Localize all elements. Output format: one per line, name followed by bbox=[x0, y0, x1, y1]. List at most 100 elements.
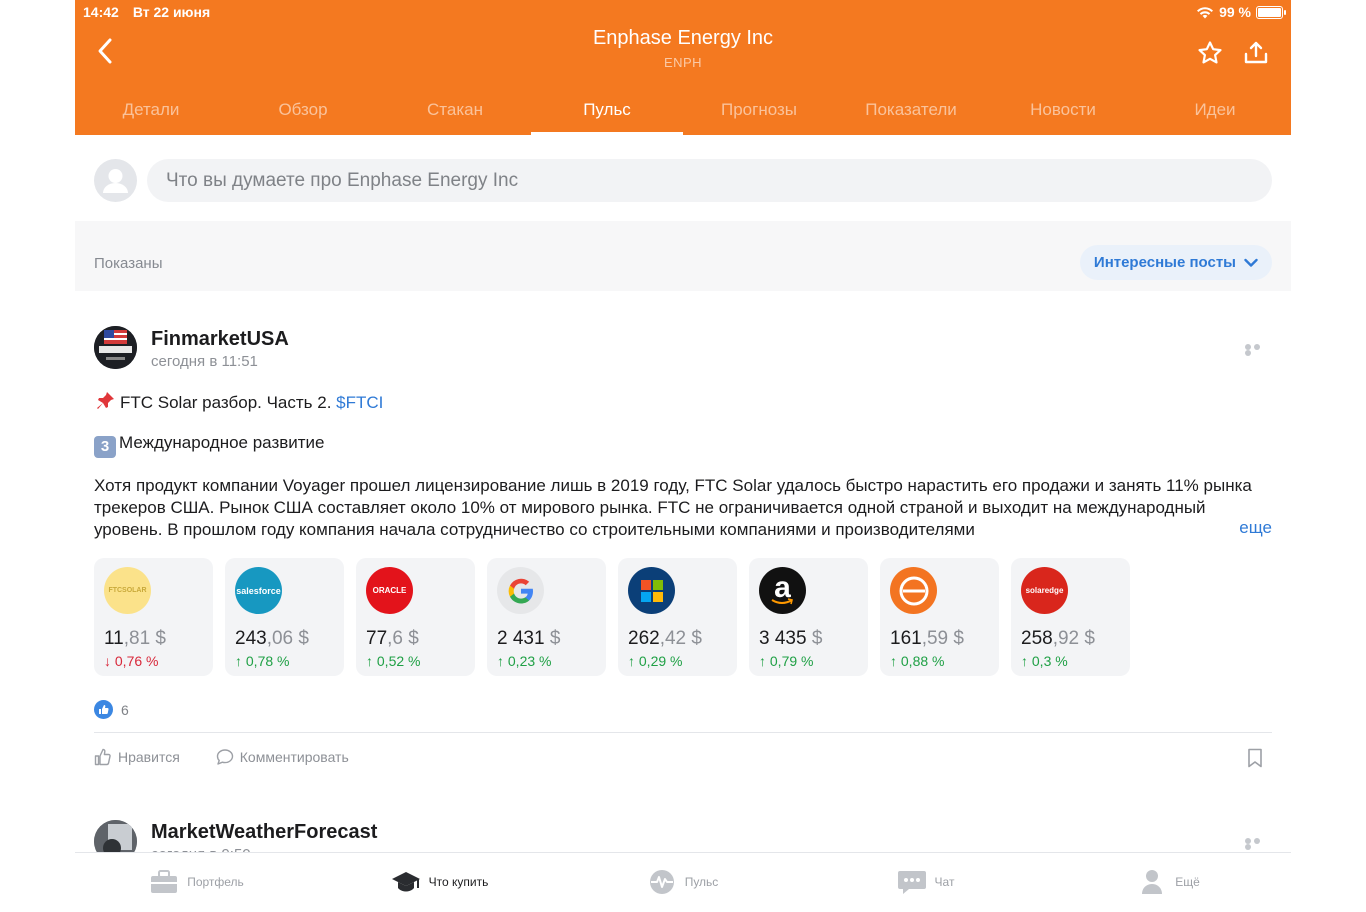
likes-summary[interactable]: 6 bbox=[94, 700, 129, 719]
status-right: 99 % bbox=[1196, 4, 1286, 20]
post-body: Хотя продукт компании Voyager прошел лиц… bbox=[94, 476, 1252, 539]
salesforce-logo-text: salesforce bbox=[236, 585, 281, 596]
post-actions: Нравится Комментировать bbox=[94, 748, 349, 766]
change-value: 0,78 % bbox=[245, 653, 290, 669]
ticker-tag-link[interactable]: $FTCI bbox=[336, 393, 383, 412]
user-icon bbox=[1142, 869, 1163, 894]
filter-label: Интересные посты bbox=[1093, 254, 1236, 271]
price-change: ↑ 0,29 % bbox=[628, 653, 683, 669]
post-menu-button[interactable] bbox=[1245, 344, 1271, 356]
pulse-icon bbox=[649, 869, 674, 894]
price-int: 243 bbox=[235, 628, 267, 649]
ticker-card-googl[interactable]: 2 431 $ ↑ 0,23 % bbox=[487, 558, 606, 676]
bottom-nav: Портфель Что купить Пульс Чат Ещё bbox=[75, 852, 1291, 912]
ticker-card-amzn[interactable]: a 3 435 $ ↑ 0,79 % bbox=[749, 558, 868, 676]
tab-orderbook[interactable]: Стакан bbox=[379, 90, 531, 135]
post-title-text: FTC Solar разбор. Часть 2. bbox=[120, 393, 332, 412]
ftci-logo: FTCSOLAR bbox=[104, 567, 151, 614]
ftci-logo-text: FTCSOLAR bbox=[108, 587, 147, 594]
price-change: ↑ 0,52 % bbox=[366, 653, 421, 669]
user-avatar bbox=[94, 159, 137, 202]
price-frac: ,06 $ bbox=[266, 628, 309, 649]
windows-grid-icon bbox=[640, 579, 663, 602]
graduation-cap-icon bbox=[391, 871, 420, 891]
nav-chat[interactable]: Чат bbox=[804, 853, 1047, 912]
compose-input[interactable] bbox=[147, 159, 1272, 202]
like-label: Нравится bbox=[118, 749, 180, 765]
thumbs-up-badge-icon bbox=[94, 700, 113, 719]
app-frame: 14:42 Вт 22 июня 99 % Enphase Energy Inc … bbox=[75, 0, 1291, 912]
battery-icon bbox=[1256, 5, 1286, 19]
thumbs-up-icon bbox=[94, 748, 111, 766]
nav-label: Портфель bbox=[187, 874, 244, 889]
price-change: ↑ 0,3 % bbox=[1021, 653, 1068, 669]
status-bar: 14:42 Вт 22 июня 99 % bbox=[83, 4, 1286, 22]
solaredge-logo-text: solaredge bbox=[1025, 586, 1064, 595]
price-int: 77 bbox=[366, 628, 388, 649]
comment-button[interactable]: Комментировать bbox=[216, 748, 349, 766]
read-more-link[interactable]: еще bbox=[1199, 518, 1272, 538]
price-frac: ,42 $ bbox=[659, 628, 702, 649]
post-menu-button[interactable] bbox=[1245, 838, 1271, 850]
tab-pulse[interactable]: Пульс bbox=[531, 90, 683, 135]
likes-count: 6 bbox=[121, 701, 129, 718]
change-value: 0,76 % bbox=[114, 653, 159, 669]
enphase-logo bbox=[890, 567, 937, 614]
ticker-card-crm[interactable]: salesforce 243,06 $ ↑ 0,78 % bbox=[225, 558, 344, 676]
title-block: Enphase Energy Inc ENPH bbox=[75, 27, 1291, 70]
tab-details[interactable]: Детали bbox=[75, 90, 227, 135]
ticker-card-sedg[interactable]: solaredge 258,92 $ ↑ 0,3 % bbox=[1011, 558, 1130, 676]
price-int: 11 bbox=[104, 628, 124, 649]
price-frac: ,6 $ bbox=[387, 628, 419, 649]
ticker-card-ftci[interactable]: FTCSOLAR 11,81 $ ↓ 0,76 % bbox=[94, 558, 213, 676]
tab-overview[interactable]: Обзор bbox=[227, 90, 379, 135]
author-avatar[interactable] bbox=[94, 326, 137, 369]
author-name[interactable]: MarketWeatherForecast bbox=[151, 821, 377, 844]
post-title-line: FTC Solar разбор. Часть 2. $FTCI bbox=[94, 390, 383, 413]
nav-portfolio[interactable]: Портфель bbox=[75, 853, 318, 912]
wifi-icon bbox=[1197, 6, 1214, 18]
share-button[interactable] bbox=[1243, 40, 1269, 66]
oracle-logo-text: ORACLE bbox=[372, 586, 407, 595]
tab-news[interactable]: Новости bbox=[987, 90, 1139, 135]
change-value: 0,29 % bbox=[638, 653, 683, 669]
nav-label: Что купить bbox=[428, 874, 489, 889]
price-change: ↓ 0,76 % bbox=[104, 653, 159, 669]
ticker-card-msft[interactable]: 262,42 $ ↑ 0,29 % bbox=[618, 558, 737, 676]
chat-icon bbox=[897, 870, 926, 894]
favorite-button[interactable] bbox=[1197, 40, 1223, 66]
price-change: ↑ 0,78 % bbox=[235, 653, 290, 669]
like-button[interactable]: Нравится bbox=[94, 748, 180, 766]
ticker-card-orcl[interactable]: ORACLE 77,6 $ ↑ 0,52 % bbox=[356, 558, 475, 676]
price-change: ↑ 0,88 % bbox=[890, 653, 945, 669]
change-value: 0,3 % bbox=[1031, 653, 1068, 669]
ticker-price: 258,92 $ bbox=[1021, 628, 1095, 650]
nav-what-to-buy[interactable]: Что купить bbox=[318, 853, 561, 912]
post-subtitle-line: 3 Международное развитие bbox=[94, 433, 325, 458]
tab-indicators[interactable]: Показатели bbox=[835, 90, 987, 135]
price-int: 161 bbox=[890, 628, 922, 649]
bookmark-button[interactable] bbox=[1247, 748, 1263, 768]
nav-pulse[interactable]: Пульс bbox=[561, 853, 804, 912]
filter-dropdown[interactable]: Интересные посты bbox=[1079, 245, 1272, 280]
star-icon bbox=[1198, 41, 1222, 64]
google-g-icon bbox=[508, 578, 533, 603]
price-frac: $ bbox=[806, 628, 823, 649]
price-frac: ,92 $ bbox=[1052, 628, 1095, 649]
post-time: сегодня в 11:51 bbox=[151, 353, 258, 370]
tab-ideas[interactable]: Идеи bbox=[1139, 90, 1291, 135]
ticker-card-enph[interactable]: 161,59 $ ↑ 0,88 % bbox=[880, 558, 999, 676]
salesforce-logo: salesforce bbox=[235, 567, 282, 614]
author-name[interactable]: FinmarketUSA bbox=[151, 328, 289, 351]
nav-label: Чат bbox=[934, 874, 955, 889]
change-value: 0,88 % bbox=[900, 653, 945, 669]
change-value: 0,79 % bbox=[769, 653, 814, 669]
change-value: 0,52 % bbox=[376, 653, 421, 669]
nav-label: Ещё bbox=[1175, 874, 1200, 889]
nav-more[interactable]: Ещё bbox=[1047, 853, 1290, 912]
price-int: 3 435 bbox=[759, 628, 807, 649]
solaredge-logo: solaredge bbox=[1021, 567, 1068, 614]
tab-forecasts[interactable]: Прогнозы bbox=[683, 90, 835, 135]
header-bar: 14:42 Вт 22 июня 99 % Enphase Energy Inc … bbox=[75, 0, 1291, 135]
amazon-logo: a bbox=[759, 567, 806, 614]
